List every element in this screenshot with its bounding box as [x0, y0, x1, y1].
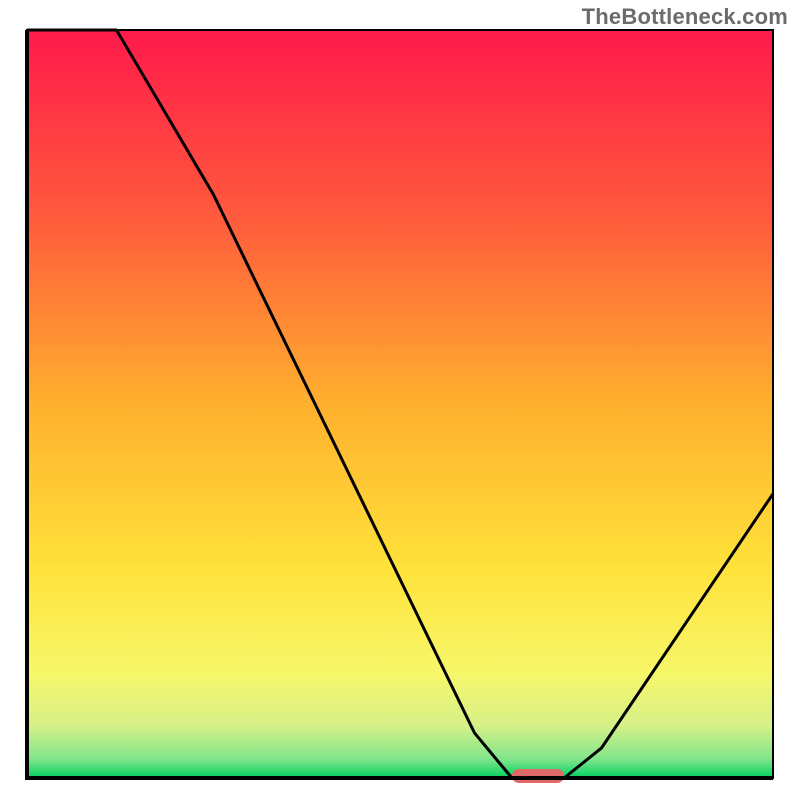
- gradient-background: [27, 30, 773, 778]
- chart-container: TheBottleneck.com: [0, 0, 800, 800]
- bottleneck-chart: [0, 0, 800, 800]
- watermark-text: TheBottleneck.com: [582, 4, 788, 30]
